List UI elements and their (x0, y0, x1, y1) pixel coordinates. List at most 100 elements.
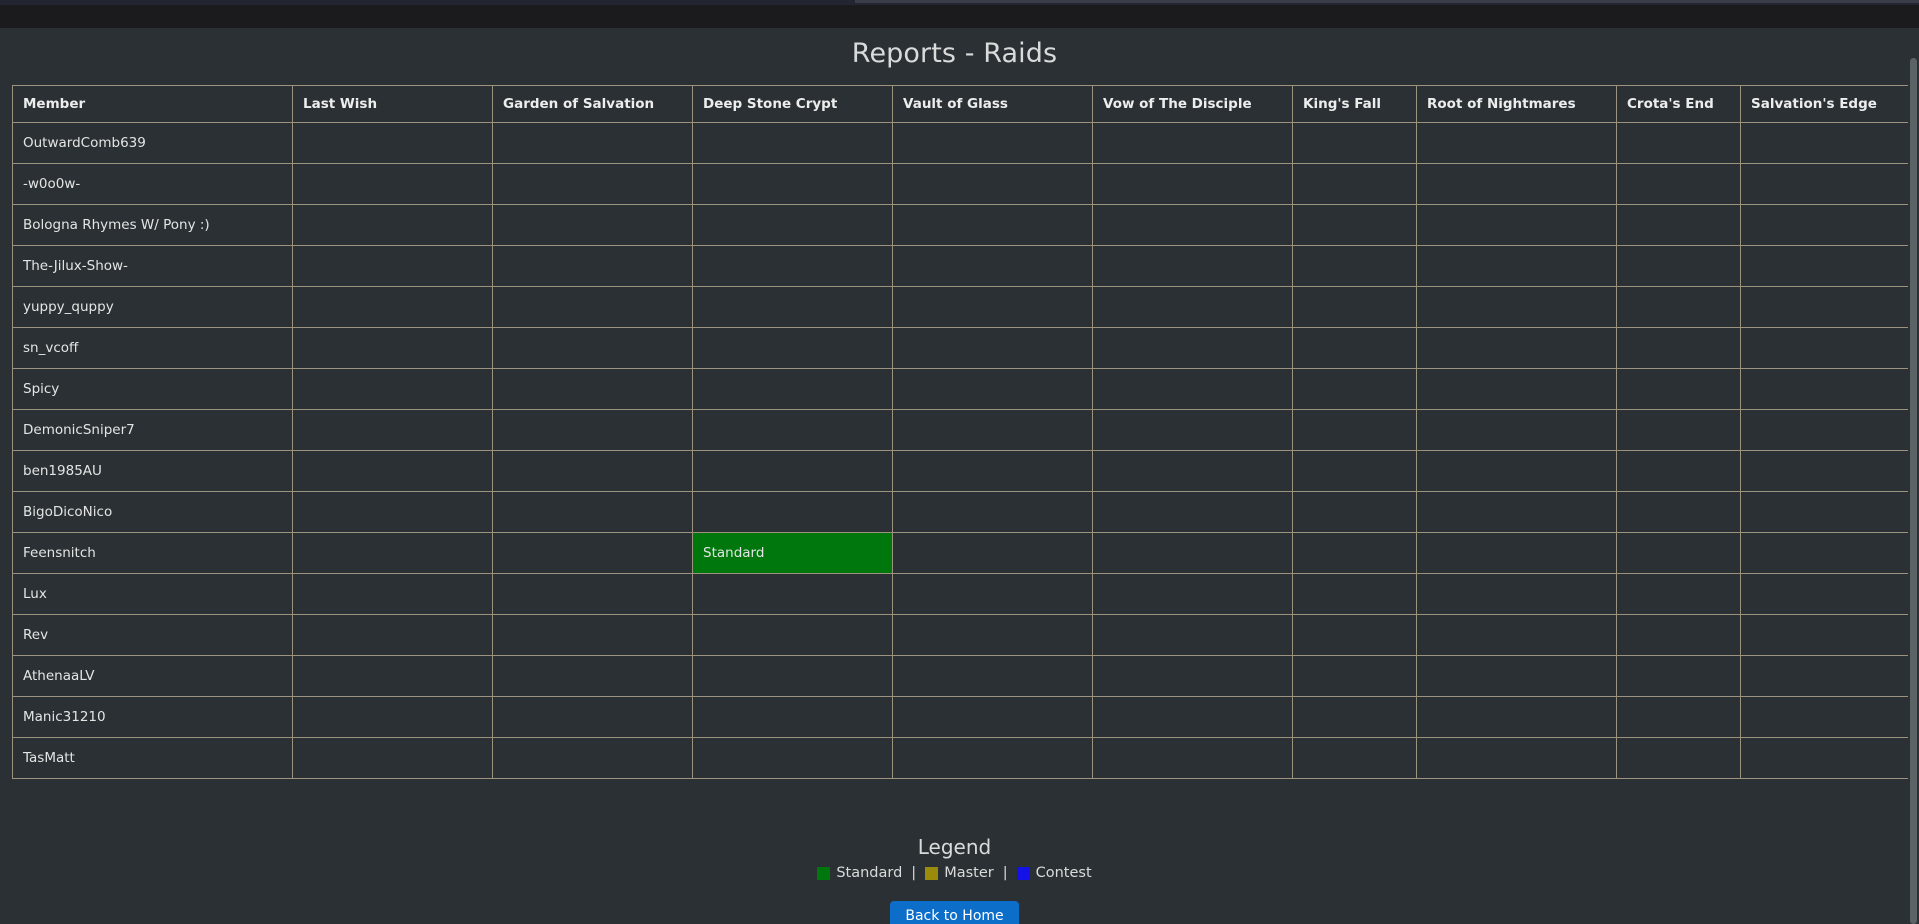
raid-completion-cell-empty (1292, 655, 1417, 697)
raid-completion-cell-empty (492, 450, 693, 492)
raid-completion-cell-empty (1416, 532, 1617, 574)
raid-completion-cell-empty (1740, 573, 1919, 615)
raid-completion-cell-empty (292, 122, 493, 164)
raid-completion-cell-empty (692, 368, 893, 410)
raid-completion-cell-empty (892, 491, 1093, 533)
raid-completion-cell-empty (292, 655, 493, 697)
raid-completion-cell-empty (1616, 204, 1741, 246)
raid-completion-cell-empty (1292, 737, 1417, 779)
raid-completion-cell-empty (492, 737, 693, 779)
raid-completion-cell-empty (892, 409, 1093, 451)
raid-completion-cell-empty (892, 532, 1093, 574)
raid-completion-cell-empty (492, 532, 693, 574)
raid-completion-cell-empty (1416, 163, 1617, 205)
raid-completion-cell-empty (292, 368, 493, 410)
raid-completion-cell-empty (292, 532, 493, 574)
raid-completion-cell-empty (492, 409, 693, 451)
raid-completion-cell-empty (1616, 327, 1741, 369)
raid-completion-cell-empty (1740, 491, 1919, 533)
raid-completion-cell-empty (1092, 450, 1293, 492)
raid-completion-cell-empty (1292, 491, 1417, 533)
raid-completion-cell-empty (1740, 450, 1919, 492)
raid-completion-cell-empty (1740, 409, 1919, 451)
back-to-home-button[interactable]: Back to Home (890, 901, 1019, 924)
legend-label-standard: Standard (836, 865, 903, 881)
raid-completion-cell-empty (692, 450, 893, 492)
column-header-member: Member (12, 85, 293, 123)
raid-completion-cell-empty (492, 122, 693, 164)
page-scrollbar-thumb[interactable] (1910, 58, 1917, 924)
raid-completion-cell-empty (492, 245, 693, 287)
member-name-cell: TasMatt (12, 737, 293, 779)
raid-completion-cell-empty (1292, 450, 1417, 492)
raid-completion-cell-empty (892, 655, 1093, 697)
raid-completion-cell-empty (892, 573, 1093, 615)
raid-completion-cell-empty (692, 286, 893, 328)
member-name-cell: yuppy_quppy (12, 286, 293, 328)
raid-completion-cell-empty (1416, 573, 1617, 615)
raid-completion-cell-empty (1092, 409, 1293, 451)
raid-completion-cell-empty (292, 204, 493, 246)
raid-completion-cell-empty (1092, 655, 1293, 697)
raid-completion-cell-empty (1292, 286, 1417, 328)
raid-completion-cell-empty (892, 368, 1093, 410)
table-row: BigoDicoNico (12, 491, 1919, 533)
raid-completion-cell-empty (1740, 327, 1919, 369)
legend: Legend Standard | Master | Contest (0, 835, 1909, 881)
table-row: -w0o0w- (12, 163, 1919, 205)
raid-completion-cell-empty (1092, 368, 1293, 410)
legend-items: Standard | Master | Contest (0, 865, 1909, 881)
raid-completion-cell-empty (1092, 696, 1293, 738)
raid-completion-cell-empty (892, 327, 1093, 369)
table-row: OutwardComb639 (12, 122, 1919, 164)
legend-entry-contest: Contest (1016, 865, 1092, 881)
column-header-raid: Salvation's Edge (1740, 85, 1919, 123)
raid-completion-cell-empty (492, 655, 693, 697)
legend-swatch-standard (817, 866, 831, 880)
raid-completion-cell-empty (892, 286, 1093, 328)
member-name-cell: Spicy (12, 368, 293, 410)
legend-entry-standard: Standard (817, 865, 902, 881)
browser-tabstrip (855, 0, 1919, 3)
legend-label-master: Master (944, 865, 994, 881)
table-row: The-Jilux-Show- (12, 245, 1919, 287)
raid-completion-cell-empty (1292, 532, 1417, 574)
member-name-cell: The-Jilux-Show- (12, 245, 293, 287)
raid-completion-cell-empty (1092, 163, 1293, 205)
raid-completion-cell-empty (1616, 409, 1741, 451)
raid-completion-cell-empty (492, 204, 693, 246)
raid-completion-cell-empty (292, 163, 493, 205)
member-name-cell: sn_vcoff (12, 327, 293, 369)
legend-swatch-contest (1016, 866, 1030, 880)
raid-completion-cell-empty (692, 737, 893, 779)
member-name-cell: BigoDicoNico (12, 491, 293, 533)
raid-completion-cell-empty (492, 696, 693, 738)
page-scrollbar-track[interactable] (1908, 28, 1919, 924)
raid-completion-cell-empty (1292, 245, 1417, 287)
raid-completion-cell-empty (292, 327, 493, 369)
raid-completion-cell-empty (692, 696, 893, 738)
legend-label-contest: Contest (1035, 865, 1092, 881)
raid-completion-cell-empty (1416, 327, 1617, 369)
table-row: Rev (12, 614, 1919, 656)
column-header-raid: Crota's End (1616, 85, 1741, 123)
raid-completion-cell-empty (1616, 450, 1741, 492)
member-name-cell: DemonicSniper7 (12, 409, 293, 451)
raid-completion-cell-empty (292, 286, 493, 328)
page-title: Reports - Raids (851, 38, 1058, 69)
raid-completion-cell-empty (292, 573, 493, 615)
member-name-cell: Feensnitch (12, 532, 293, 574)
raid-completion-cell-empty (1092, 286, 1293, 328)
raid-completion-cell-empty (492, 368, 693, 410)
raid-completion-cell-empty (1416, 368, 1617, 410)
raid-completion-cell-empty (1740, 655, 1919, 697)
raid-completion-cell-empty (1292, 573, 1417, 615)
table-row: Lux (12, 573, 1919, 615)
table-row: yuppy_quppy (12, 286, 1919, 328)
table-row: Feensnitch Standard (12, 532, 1919, 574)
raid-completion-cell-empty (1416, 614, 1617, 656)
raid-completion-cell-empty (1616, 655, 1741, 697)
raid-completion-cell-empty (1092, 532, 1293, 574)
raid-completion-cell-empty (1092, 245, 1293, 287)
column-header-raid: Deep Stone Crypt (692, 85, 893, 123)
